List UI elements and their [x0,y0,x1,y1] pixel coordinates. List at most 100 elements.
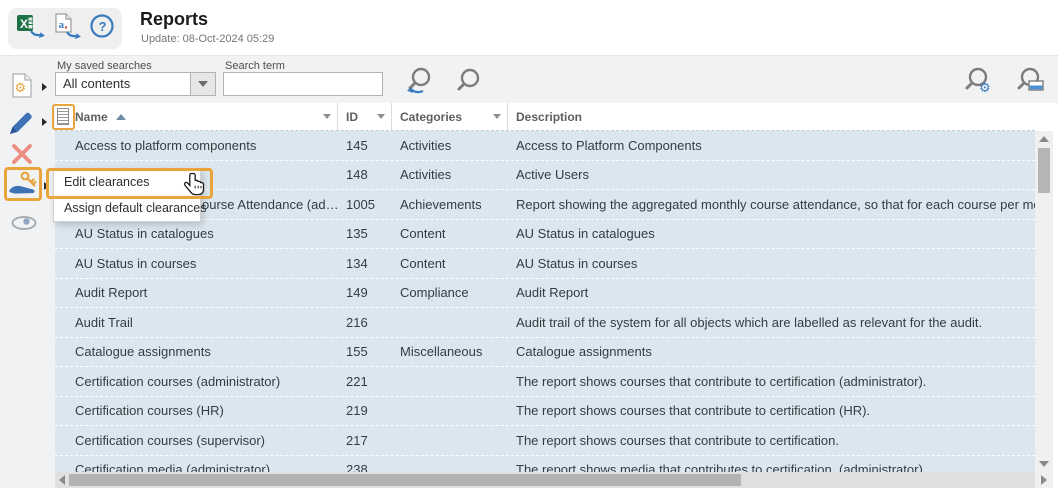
vertical-scrollbar-thumb[interactable] [1038,148,1050,193]
cell-name: Certification courses (HR) [55,397,338,426]
horizontal-scrollbar-thumb[interactable] [69,474,741,486]
cell-categories: Activities [392,131,508,160]
cell-description: Access to Platform Components [508,131,1035,160]
horizontal-scrollbar[interactable] [55,472,1035,488]
cell-categories: Miscellaneous [392,338,508,367]
cell-name: Audit Report [55,279,338,308]
cell-description: Active Users [508,161,1035,190]
cell-name: Catalogue assignments [55,338,338,367]
column-filter-chevron-icon[interactable] [377,114,385,119]
scrollbar-corner [1035,472,1053,488]
column-filter-chevron-icon[interactable] [493,114,501,119]
column-header-categories[interactable]: Categories [392,103,508,130]
search-profile-icon[interactable] [1014,65,1048,99]
scroll-down-arrow-icon[interactable] [1039,461,1049,467]
help-icon[interactable]: ? [89,13,115,44]
column-header-name[interactable]: Name [55,103,338,130]
cell-id: 219 [338,397,392,426]
column-filter-chevron-icon[interactable] [323,114,331,119]
cell-description: Audit Report [508,279,1035,308]
column-header-id[interactable]: ID [338,103,392,130]
dropdown-button[interactable] [190,73,215,95]
reports-page: X a ? Reports Upda [0,0,1058,494]
table-row[interactable]: AU Status in catalogues135ContentAU Stat… [55,220,1035,250]
cell-categories [392,367,508,396]
cell-id: 135 [338,220,392,249]
saved-searches-label: My saved searches [57,60,152,72]
edit-icon[interactable] [8,110,36,141]
cell-name: Certification media (administrator) [55,456,338,473]
scroll-right-arrow-icon[interactable] [1041,475,1047,485]
page-title: Reports [140,9,208,30]
cell-id: 145 [338,131,392,160]
hand-cursor-icon [183,172,206,204]
search-term-input[interactable] [223,72,383,96]
svg-text:?: ? [98,19,106,34]
table-row[interactable]: Audit Trail216Audit trail of the system … [55,308,1035,338]
row-selector-icon[interactable] [57,108,69,125]
new-report-icon[interactable]: ⚙ [10,72,36,105]
excel-export-icon[interactable]: X [16,12,46,45]
cell-description: The report shows courses that contribute… [508,426,1035,455]
column-label: Name [75,110,108,124]
sort-ascending-icon [116,114,126,120]
cell-id: 1005 [338,190,392,219]
document-export-icon[interactable]: a [53,12,81,45]
update-timestamp: Update: 08-Oct-2024 05:29 [141,33,274,45]
cell-description: Catalogue assignments [508,338,1035,367]
cell-description: Audit trail of the system for all object… [508,308,1035,337]
column-label: Description [516,110,582,124]
cell-id: 134 [338,249,392,278]
cell-name: AU Status in courses [55,249,338,278]
table-row[interactable]: AU Status in courses134ContentAU Status … [55,249,1035,279]
export-toolbar: X a ? [8,8,122,49]
cell-id: 155 [338,338,392,367]
cell-description: AU Status in courses [508,249,1035,278]
cell-description: Report showing the aggregated monthly co… [508,190,1035,219]
cell-categories [392,426,508,455]
column-label: Categories [400,110,462,124]
cell-name: AU Status in catalogues [55,220,338,249]
cell-name: Certification courses (supervisor) [55,426,338,455]
scroll-up-arrow-icon[interactable] [1039,136,1049,142]
table-row[interactable]: Certification courses (HR)219 The report … [55,397,1035,427]
saved-searches-dropdown[interactable]: All contents [55,72,216,96]
new-report-flyout-arrow[interactable] [42,83,47,91]
cell-description: The report shows courses that contribute… [508,367,1035,396]
cell-categories [392,456,508,473]
search-toolbar: My saved searches All contents Search te… [0,55,1058,103]
cell-description: The report shows courses that contribute… [508,397,1035,426]
table-row[interactable]: Certification media (administrator)238 Th… [55,456,1035,473]
table-row[interactable]: Access to platform components145Activiti… [55,131,1035,161]
table-row[interactable]: Certification courses (supervisor)217The… [55,426,1035,456]
chevron-down-icon [198,81,208,87]
preview-eye-icon[interactable] [10,215,38,236]
scroll-left-arrow-icon[interactable] [59,475,65,485]
cell-categories: Activities [392,161,508,190]
cell-description: The report shows media that contributes … [508,456,1035,473]
search-term-label: Search term [225,60,285,72]
table-row[interactable]: Certification courses (administrator)221… [55,367,1035,397]
cell-id: 238 [338,456,392,473]
svg-text:⚙: ⚙ [979,81,991,96]
table-row[interactable]: Catalogue assignments155MiscellaneousCat… [55,338,1035,368]
highlight-box-clearances-icon [4,167,42,201]
svg-text:a: a [59,19,65,31]
svg-text:X: X [20,17,28,31]
cell-categories: Content [392,220,508,249]
vertical-scrollbar[interactable] [1035,131,1053,472]
edit-flyout-arrow[interactable] [42,118,47,126]
action-sidebar: ⚙ [0,103,55,488]
cell-description: AU Status in catalogues [508,220,1035,249]
cell-categories [392,397,508,426]
table-header: Name ID Categories Description [55,103,1035,131]
column-header-description[interactable]: Description [508,103,1035,130]
search-icon[interactable] [452,65,486,99]
cell-name: Certification courses (administrator) [55,367,338,396]
run-search-icon[interactable] [403,65,437,99]
column-label: ID [346,110,358,124]
table-row[interactable]: Audit Report149ComplianceAudit Report [55,279,1035,309]
cell-name: Audit Trail [55,308,338,337]
cell-id: 149 [338,279,392,308]
search-settings-icon[interactable]: ⚙ [961,65,995,99]
